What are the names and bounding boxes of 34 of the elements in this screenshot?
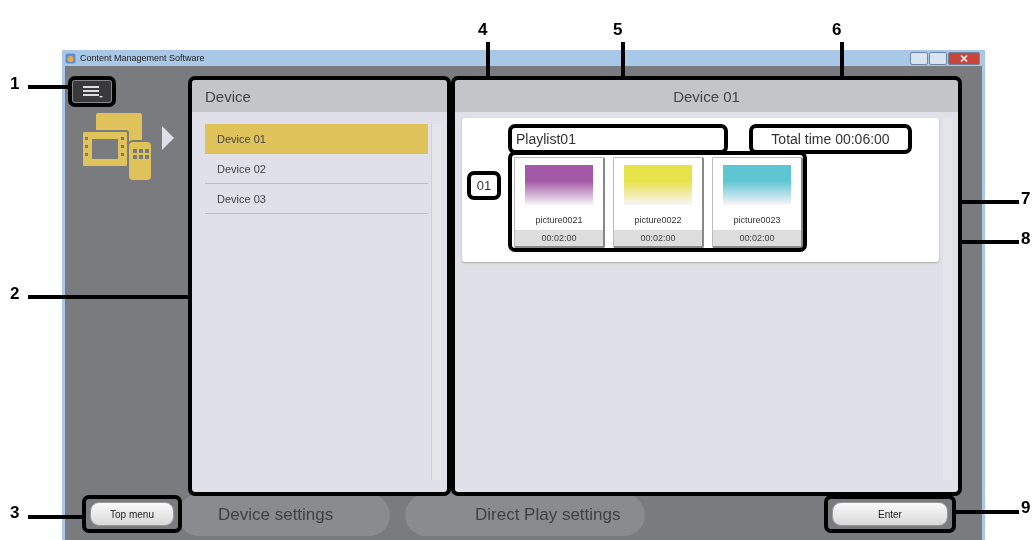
device-item[interactable]: Device 02	[205, 154, 428, 184]
content-item[interactable]: picture0022 00:02:00	[613, 157, 704, 248]
item-duration: 00:02:00	[713, 230, 801, 246]
callout-number: 9	[1021, 498, 1031, 518]
top-menu-button[interactable]: Top menu	[90, 502, 174, 526]
film-remote-icon	[80, 113, 152, 183]
close-button[interactable]	[948, 51, 980, 65]
item-duration: 00:02:00	[515, 230, 603, 246]
item-duration: 00:02:00	[614, 230, 702, 246]
callout-number: 1	[10, 74, 20, 94]
content-item[interactable]: picture0023 00:02:00	[712, 157, 803, 248]
app-icon	[65, 52, 76, 64]
close-icon	[960, 54, 968, 62]
content-item[interactable]: picture0021 00:02:00	[514, 157, 605, 248]
callout-number: 5	[613, 20, 623, 40]
callout-number: 6	[832, 20, 842, 40]
panel-title: Device 01	[455, 80, 958, 112]
device-item[interactable]: Device 03	[205, 184, 428, 214]
enter-button[interactable]: Enter	[832, 502, 948, 526]
callout-number: 4	[478, 20, 488, 40]
device-item[interactable]: Device 01	[205, 124, 428, 154]
callout-number: 3	[10, 503, 20, 523]
callout-number: 2	[10, 284, 20, 304]
panel-title: Device	[192, 80, 447, 112]
callout-number: 7	[1021, 189, 1031, 209]
minimize-button[interactable]	[910, 51, 928, 65]
item-name: picture0023	[733, 215, 781, 225]
item-name: picture0022	[634, 215, 682, 225]
item-name: picture0021	[535, 215, 583, 225]
window-title: Content Management Software	[80, 53, 205, 63]
callout-number: 8	[1021, 229, 1031, 249]
menu-icon	[81, 84, 103, 99]
maximize-button[interactable]	[929, 51, 947, 65]
pointer-arrow-icon	[162, 126, 174, 150]
